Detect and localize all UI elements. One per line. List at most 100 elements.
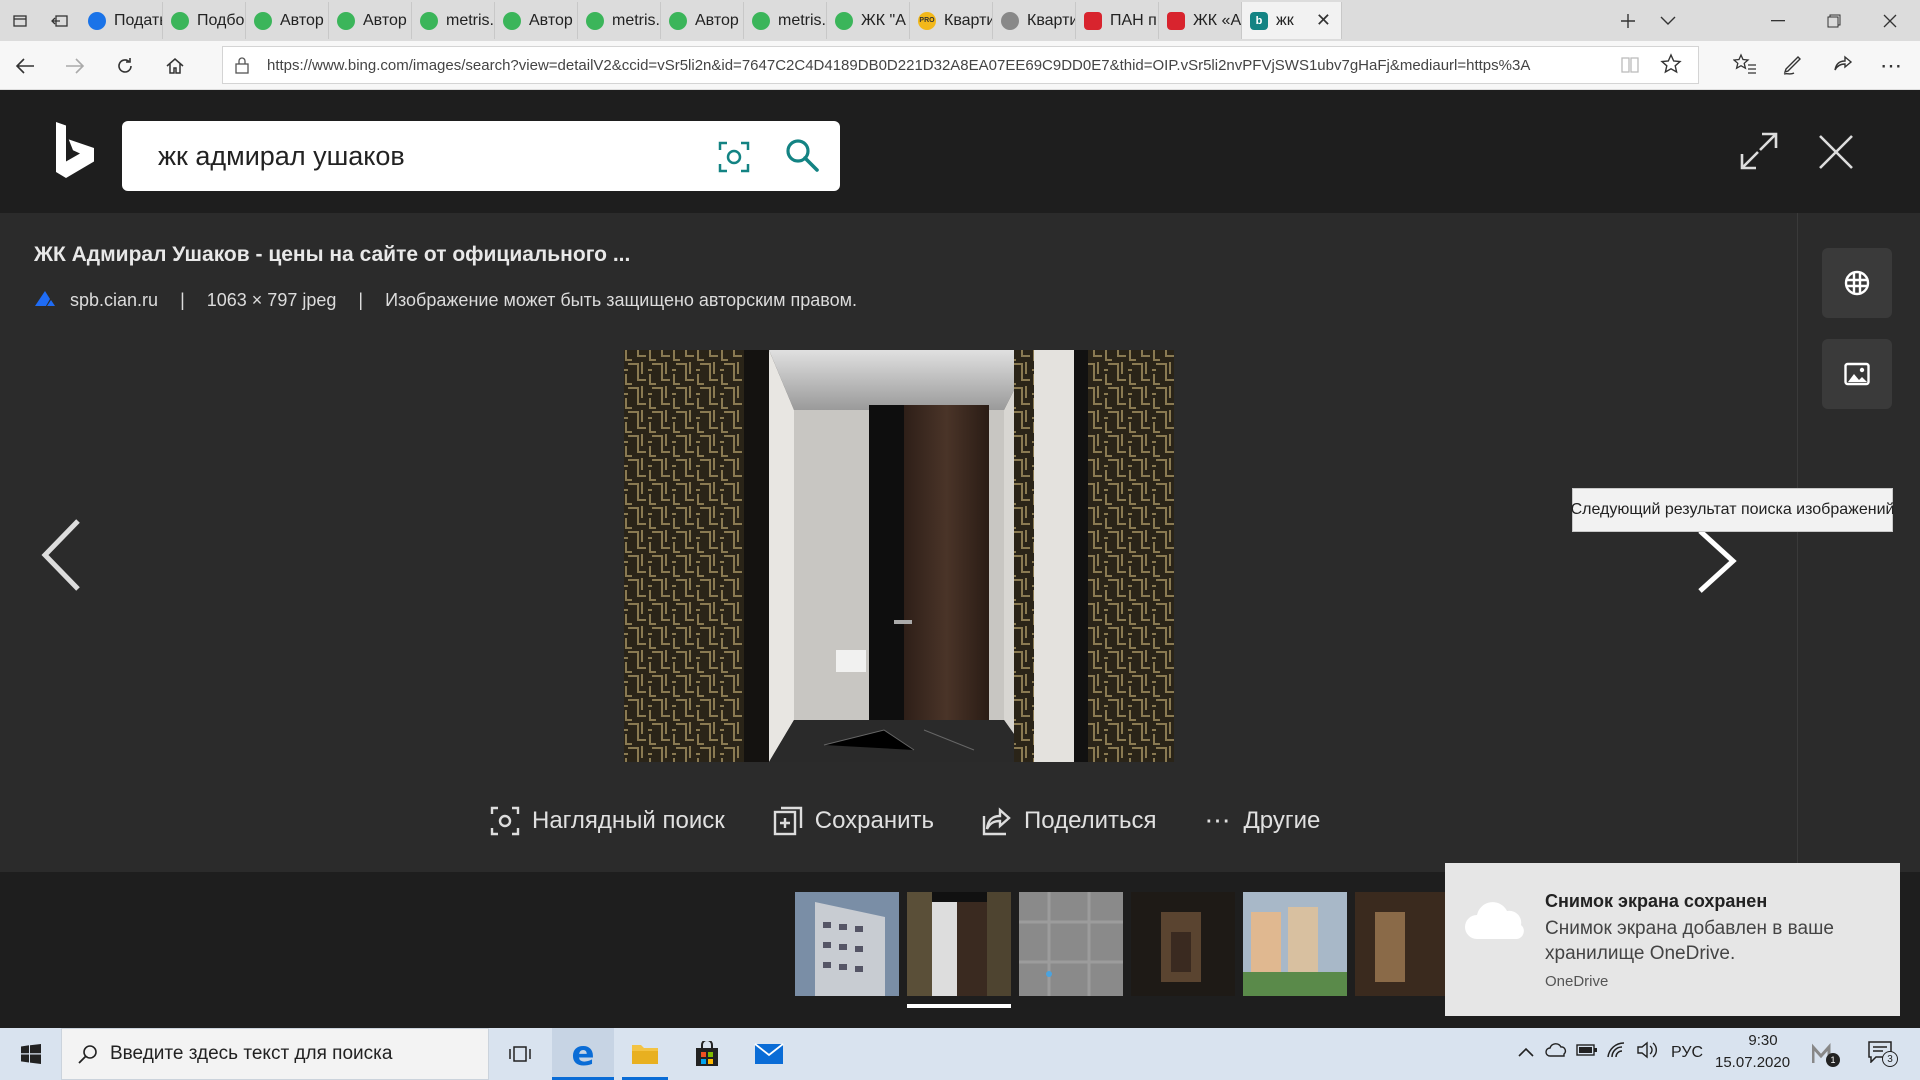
- tab-favicon-icon: [254, 11, 272, 30]
- tab-label: Автор: [280, 11, 324, 29]
- main-image[interactable]: [624, 350, 1174, 762]
- thumbnail[interactable]: [1019, 892, 1123, 996]
- clock-time[interactable]: 9:30: [1738, 1032, 1788, 1049]
- set-aside-tabs-icon[interactable]: [40, 0, 80, 41]
- browser-tab[interactable]: Подбо: [163, 2, 246, 39]
- home-button[interactable]: [158, 49, 192, 83]
- onedrive-tray-icon[interactable]: [1545, 1041, 1567, 1064]
- related-images-button[interactable]: [1822, 339, 1892, 409]
- input-language[interactable]: РУС: [1671, 1044, 1703, 1062]
- start-windows-icon[interactable]: [0, 1028, 61, 1080]
- clock-date[interactable]: 15.07.2020: [1715, 1054, 1790, 1071]
- thumbnail[interactable]: [1355, 892, 1445, 996]
- taskbar: Введите здесь текст для поиска e РУС 9:3…: [0, 1028, 1920, 1080]
- visual-search-button[interactable]: Наглядный поиск: [490, 805, 725, 836]
- reading-view-icon[interactable]: [1620, 56, 1646, 76]
- search-box[interactable]: жк адмирал ушаков: [122, 121, 840, 191]
- mail-icon[interactable]: [738, 1028, 800, 1080]
- thumbnail-selected[interactable]: [907, 892, 1011, 996]
- minimize-button[interactable]: [1750, 0, 1806, 41]
- notification-count: 3: [1882, 1051, 1898, 1067]
- selected-indicator: [907, 1004, 1011, 1008]
- browser-tab[interactable]: Автор: [329, 2, 412, 39]
- browser-tab[interactable]: Автор: [661, 2, 744, 39]
- search-query[interactable]: жк адмирал ушаков: [158, 141, 405, 172]
- taskbar-search-placeholder: Введите здесь текст для поиска: [110, 1043, 393, 1064]
- expand-icon[interactable]: [1740, 132, 1778, 175]
- browser-tab[interactable]: Подать: [80, 2, 163, 39]
- more-button[interactable]: ⋯ Другие: [1205, 805, 1321, 836]
- restore-button[interactable]: [1806, 0, 1862, 41]
- tab-label: Подбо: [197, 11, 245, 29]
- source-link[interactable]: spb.cian.ru: [70, 290, 158, 311]
- browser-tab[interactable]: ЖК "А: [827, 2, 910, 39]
- browser-tab[interactable]: ЖК «А: [1159, 2, 1242, 39]
- save-label: Сохранить: [814, 806, 935, 834]
- file-explorer-icon[interactable]: [614, 1028, 676, 1080]
- app-badge: 1: [1826, 1053, 1840, 1067]
- thumbnail[interactable]: [1243, 892, 1347, 996]
- tab-preview-chevron-icon[interactable]: [1640, 0, 1696, 41]
- close-viewer-icon[interactable]: [1818, 134, 1854, 175]
- cian-logo-icon: [34, 289, 56, 312]
- visual-search-camera-icon[interactable]: [718, 141, 750, 178]
- task-view-icon[interactable]: [489, 1028, 551, 1080]
- copyright-notice: Изображение может быть защищено авторски…: [385, 290, 857, 310]
- edge-taskbar-icon[interactable]: e: [552, 1028, 614, 1080]
- wifi-icon[interactable]: [1606, 1041, 1626, 1064]
- tab-favicon-icon: [1167, 11, 1185, 30]
- bing-logo-icon[interactable]: [54, 122, 96, 183]
- browser-tab[interactable]: ПАН п: [1076, 2, 1159, 39]
- tab-label: Автор: [529, 11, 573, 29]
- separator: |: [358, 290, 364, 310]
- tab-label: Кварти: [944, 11, 993, 29]
- thumbnail[interactable]: [1131, 892, 1235, 996]
- url-field[interactable]: https://www.bing.com/images/search?view=…: [222, 46, 1699, 84]
- browser-tab[interactable]: PRO Кварти: [910, 2, 993, 39]
- previous-image-arrow-icon[interactable]: [40, 518, 82, 597]
- browser-tab[interactable]: Автор: [495, 2, 578, 39]
- forward-button[interactable]: [58, 49, 92, 83]
- browser-tab[interactable]: Автор: [246, 2, 329, 39]
- tab-actions-icon[interactable]: [0, 0, 40, 41]
- share-button[interactable]: Поделиться: [982, 805, 1157, 836]
- image-title[interactable]: ЖК Адмирал Ушаков - цены на сайте от офи…: [34, 243, 630, 267]
- close-tab-icon[interactable]: ✕: [1316, 10, 1331, 31]
- tab-favicon-icon: [586, 11, 604, 30]
- toast-body: Снимок экрана добавлен в ваше хранилище …: [1545, 918, 1834, 964]
- browser-tab-active[interactable]: b жк ✕: [1242, 2, 1342, 39]
- right-tool-column: [1797, 213, 1920, 872]
- thumbnail[interactable]: [795, 892, 899, 996]
- show-hidden-icons-chevron-icon[interactable]: [1518, 1044, 1534, 1062]
- battery-icon[interactable]: [1576, 1043, 1598, 1062]
- browser-tab[interactable]: metris.: [412, 2, 495, 39]
- related-pages-button[interactable]: [1822, 248, 1892, 318]
- tab-label: metris.: [612, 11, 660, 29]
- next-image-arrow-icon[interactable]: [1696, 528, 1738, 599]
- favorites-hub-icon[interactable]: [1732, 53, 1757, 80]
- save-button[interactable]: Сохранить: [773, 805, 934, 836]
- browser-tab[interactable]: metris.: [744, 2, 827, 39]
- onedrive-toast[interactable]: Снимок экрана сохранен Снимок экрана доб…: [1445, 863, 1900, 1016]
- browser-tab[interactable]: Кварти: [993, 2, 1076, 39]
- search-magnifier-icon[interactable]: [784, 137, 820, 178]
- separator: |: [180, 290, 185, 310]
- app-tray-icon[interactable]: 1: [1811, 1043, 1840, 1070]
- web-note-pen-icon[interactable]: [1782, 53, 1804, 80]
- store-icon[interactable]: [676, 1028, 738, 1080]
- close-window-button[interactable]: [1862, 0, 1918, 41]
- more-menu-icon[interactable]: ⋯: [1880, 53, 1902, 79]
- refresh-button[interactable]: [108, 49, 142, 83]
- tab-favicon-icon: [1001, 11, 1019, 30]
- tab-favicon-icon: [669, 11, 687, 30]
- tab-label: Автор: [363, 11, 407, 29]
- volume-icon[interactable]: [1636, 1041, 1658, 1064]
- tab-favicon-icon: [337, 11, 355, 30]
- back-button[interactable]: [8, 49, 42, 83]
- taskbar-search-box[interactable]: Введите здесь текст для поиска: [61, 1028, 489, 1080]
- favorite-star-icon[interactable]: [1660, 53, 1682, 80]
- share-icon[interactable]: [1832, 53, 1854, 80]
- more-label: Другие: [1243, 806, 1321, 834]
- browser-tab[interactable]: metris.: [578, 2, 661, 39]
- action-center-icon[interactable]: 3: [1868, 1041, 1898, 1068]
